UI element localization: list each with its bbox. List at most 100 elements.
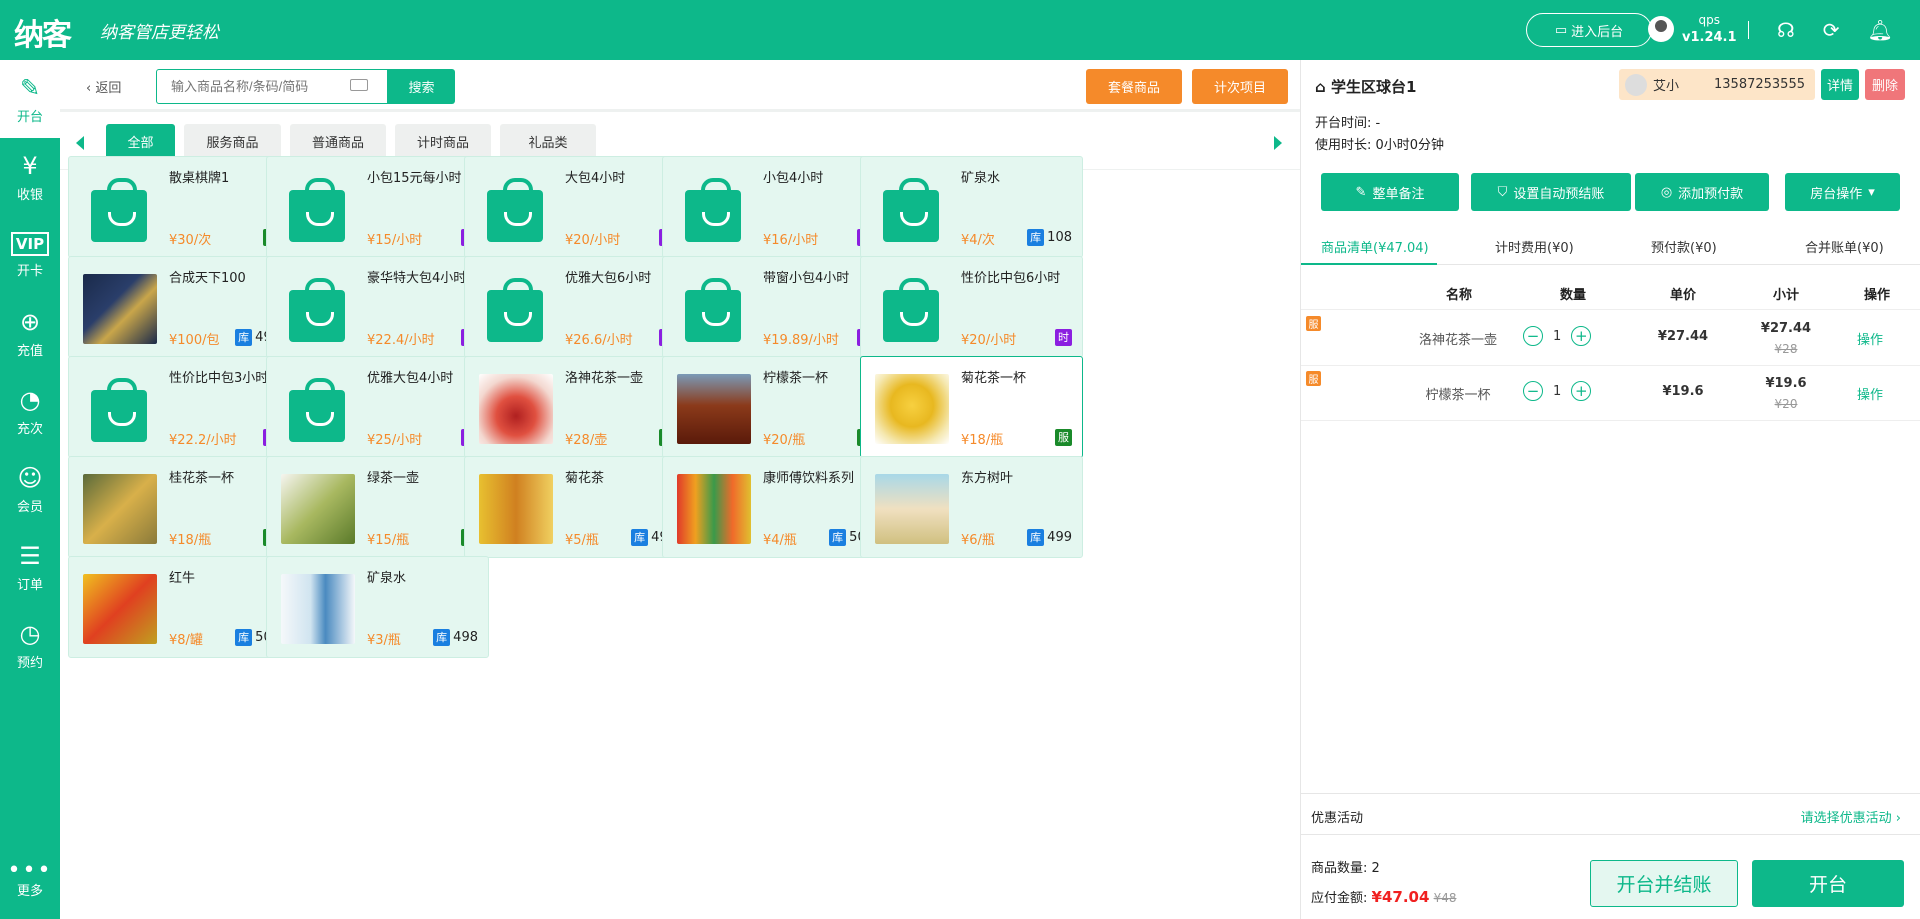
- product-card[interactable]: 优雅大包4小时¥25/小时时: [266, 356, 489, 458]
- product-card[interactable]: 矿泉水 ¥3/瓶 库 498: [266, 556, 489, 658]
- product-type-badge: 服: [1055, 428, 1072, 446]
- category-normal[interactable]: 普通商品: [290, 124, 386, 159]
- plus-icon[interactable]: +: [1571, 381, 1592, 401]
- headset-icon[interactable]: ☊: [1777, 18, 1795, 42]
- sidebar-item-cashier[interactable]: ¥ 收银: [0, 138, 60, 216]
- category-service[interactable]: 服务商品: [184, 124, 281, 159]
- row-operation-link[interactable]: 操作: [1857, 384, 1883, 403]
- product-card[interactable]: 性价比中包6小时 ¥20/小时 时: [860, 256, 1083, 358]
- product-image: [873, 470, 949, 546]
- row-operation-link[interactable]: 操作: [1857, 329, 1883, 348]
- product-card[interactable]: 康师傅饮料系列¥4/瓶库500: [662, 456, 885, 558]
- user-info[interactable]: qps v1.24.1: [1648, 11, 1737, 47]
- tab-goods[interactable]: 商品清单(¥47.04): [1321, 237, 1429, 256]
- promotion-row[interactable]: 优惠活动 请选择优惠活动 ›: [1301, 793, 1920, 835]
- product-price: ¥22.4/小时: [367, 333, 435, 348]
- product-type-badge: 库: [1027, 228, 1045, 246]
- shopping-bag-icon: [81, 170, 153, 246]
- subtotal-value: ¥19.6: [1765, 376, 1807, 391]
- product-price: ¥15/小时: [367, 233, 423, 248]
- product-card[interactable]: 小包15元每小时¥15/小时时: [266, 156, 489, 258]
- product-card[interactable]: 小包4小时¥16/小时时: [662, 156, 885, 258]
- product-price: ¥15/瓶: [367, 533, 410, 548]
- product-card[interactable]: 东方树叶 ¥6/瓶 库 499: [860, 456, 1083, 558]
- product-card[interactable]: 菊花茶¥5/瓶库498: [464, 456, 687, 558]
- back-button[interactable]: ‹ 返回: [86, 77, 121, 96]
- open-table-button[interactable]: 开台: [1752, 860, 1904, 907]
- product-card[interactable]: 洛神花茶一壶¥28/壶服: [464, 356, 687, 458]
- sidebar-item-reservation[interactable]: ◷ 预约: [0, 606, 60, 684]
- product-price: ¥4/瓶: [763, 533, 797, 548]
- product-card[interactable]: 带窗小包4小时¥19.89/小时时: [662, 256, 885, 358]
- product-name: 合成天下100: [169, 271, 246, 286]
- product-price: ¥20/瓶: [763, 433, 806, 448]
- sidebar-item-open-table[interactable]: ✎ 开台: [0, 60, 60, 138]
- open-and-settle-button[interactable]: 开台并结账: [1590, 860, 1738, 907]
- product-card[interactable]: 性价比中包3小时¥22.2/小时时: [68, 356, 291, 458]
- sidebar-item-open-card[interactable]: VIP 开卡: [0, 216, 60, 294]
- category-timed[interactable]: 计时商品: [395, 124, 491, 159]
- sidebar-item-count-recharge[interactable]: ◔ 充次: [0, 372, 60, 450]
- product-photo: [83, 574, 157, 644]
- product-photo: [281, 574, 355, 644]
- minus-icon[interactable]: −: [1523, 381, 1543, 401]
- product-photo: [479, 374, 553, 444]
- product-card[interactable]: 豪华特大包4小时¥22.4/小时时: [266, 256, 489, 358]
- product-card[interactable]: 红牛¥8/罐库500: [68, 556, 291, 658]
- tab-merge[interactable]: 合并账单(¥0): [1805, 237, 1884, 256]
- member-detail-button[interactable]: 详情: [1821, 69, 1859, 100]
- member-icon: ☺: [17, 463, 43, 492]
- sidebar-more[interactable]: ••• 更多: [0, 860, 60, 900]
- order-tabs: 商品清单(¥47.04) 计时费用(¥0) 预付款(¥0) 合并账单(¥0): [1301, 225, 1920, 265]
- refresh-icon[interactable]: ⟳: [1823, 18, 1840, 42]
- product-name: 桂花茶一杯: [169, 471, 235, 486]
- product-card[interactable]: 优雅大包6小时¥26.6/小时时: [464, 256, 687, 358]
- product-tag: 服: [1055, 428, 1072, 446]
- sidebar-item-member[interactable]: ☺ 会员: [0, 450, 60, 528]
- plus-icon[interactable]: +: [1571, 326, 1592, 346]
- category-gift[interactable]: 礼品类: [500, 124, 596, 159]
- active-tab-indicator: [1301, 263, 1437, 265]
- member-card[interactable]: 艾小 13587253555: [1619, 69, 1815, 100]
- product-card[interactable]: 矿泉水 ¥4/次 库 108: [860, 156, 1083, 258]
- product-card[interactable]: 绿茶一壶¥15/瓶服: [266, 456, 489, 558]
- table-header: 名称 数量 单价 小计 操作: [1301, 278, 1920, 310]
- sidebar-item-recharge[interactable]: ⊕ 充值: [0, 294, 60, 372]
- product-name: 优雅大包6小时: [565, 271, 652, 286]
- keyboard-icon[interactable]: [350, 79, 368, 91]
- member-name: 艾小: [1653, 79, 1680, 94]
- minus-icon[interactable]: −: [1523, 326, 1543, 346]
- count-items-button[interactable]: 计次项目: [1192, 69, 1288, 104]
- add-prepayment-button[interactable]: ◎ 添加预付款: [1635, 173, 1769, 211]
- sidebar-item-order[interactable]: ☰ 订单: [0, 528, 60, 606]
- auto-prepay-button[interactable]: ⛉ 设置自动预结账: [1471, 173, 1631, 211]
- promotion-select[interactable]: 请选择优惠活动 ›: [1801, 807, 1901, 826]
- service-badge: 服: [1306, 371, 1321, 386]
- product-name: 带窗小包4小时: [763, 271, 850, 286]
- room-operation-dropdown[interactable]: 房台操作 ▾: [1785, 173, 1900, 211]
- product-card[interactable]: 桂花茶一杯¥18/瓶服: [68, 456, 291, 558]
- bag-shape: [487, 178, 543, 242]
- product-type-badge: 库: [235, 328, 253, 346]
- order-note-button[interactable]: ✎ 整单备注: [1321, 173, 1459, 211]
- product-card[interactable]: 大包4小时¥20/小时时: [464, 156, 687, 258]
- tab-timing[interactable]: 计时费用(¥0): [1495, 237, 1574, 256]
- product-image: [279, 470, 355, 546]
- tab-prepay[interactable]: 预付款(¥0): [1651, 237, 1717, 256]
- product-card[interactable]: 菊花茶一杯 ¥18/瓶 服: [860, 356, 1083, 458]
- scroll-left-icon[interactable]: [76, 136, 84, 150]
- category-all[interactable]: 全部: [106, 124, 175, 159]
- product-card[interactable]: 合成天下100¥100/包库499: [68, 256, 291, 358]
- product-price: ¥5/瓶: [565, 533, 599, 548]
- bell-icon[interactable]: 🔔︎: [1868, 18, 1893, 42]
- package-goods-button[interactable]: 套餐商品: [1086, 69, 1182, 104]
- search-toolbar: ‹ 返回 搜索 套餐商品 计次项目: [60, 60, 1300, 112]
- vip-card-icon: VIP: [10, 231, 50, 256]
- product-name: 性价比中包6小时: [961, 271, 1061, 286]
- product-card[interactable]: 散桌棋牌1¥30/次服: [68, 156, 291, 258]
- member-delete-button[interactable]: 删除: [1865, 69, 1905, 100]
- scroll-right-icon[interactable]: [1274, 136, 1282, 150]
- product-card[interactable]: 柠檬茶一杯¥20/瓶服: [662, 356, 885, 458]
- enter-backend-button[interactable]: ▭ 进入后台: [1526, 13, 1652, 47]
- search-button[interactable]: 搜索: [388, 69, 455, 104]
